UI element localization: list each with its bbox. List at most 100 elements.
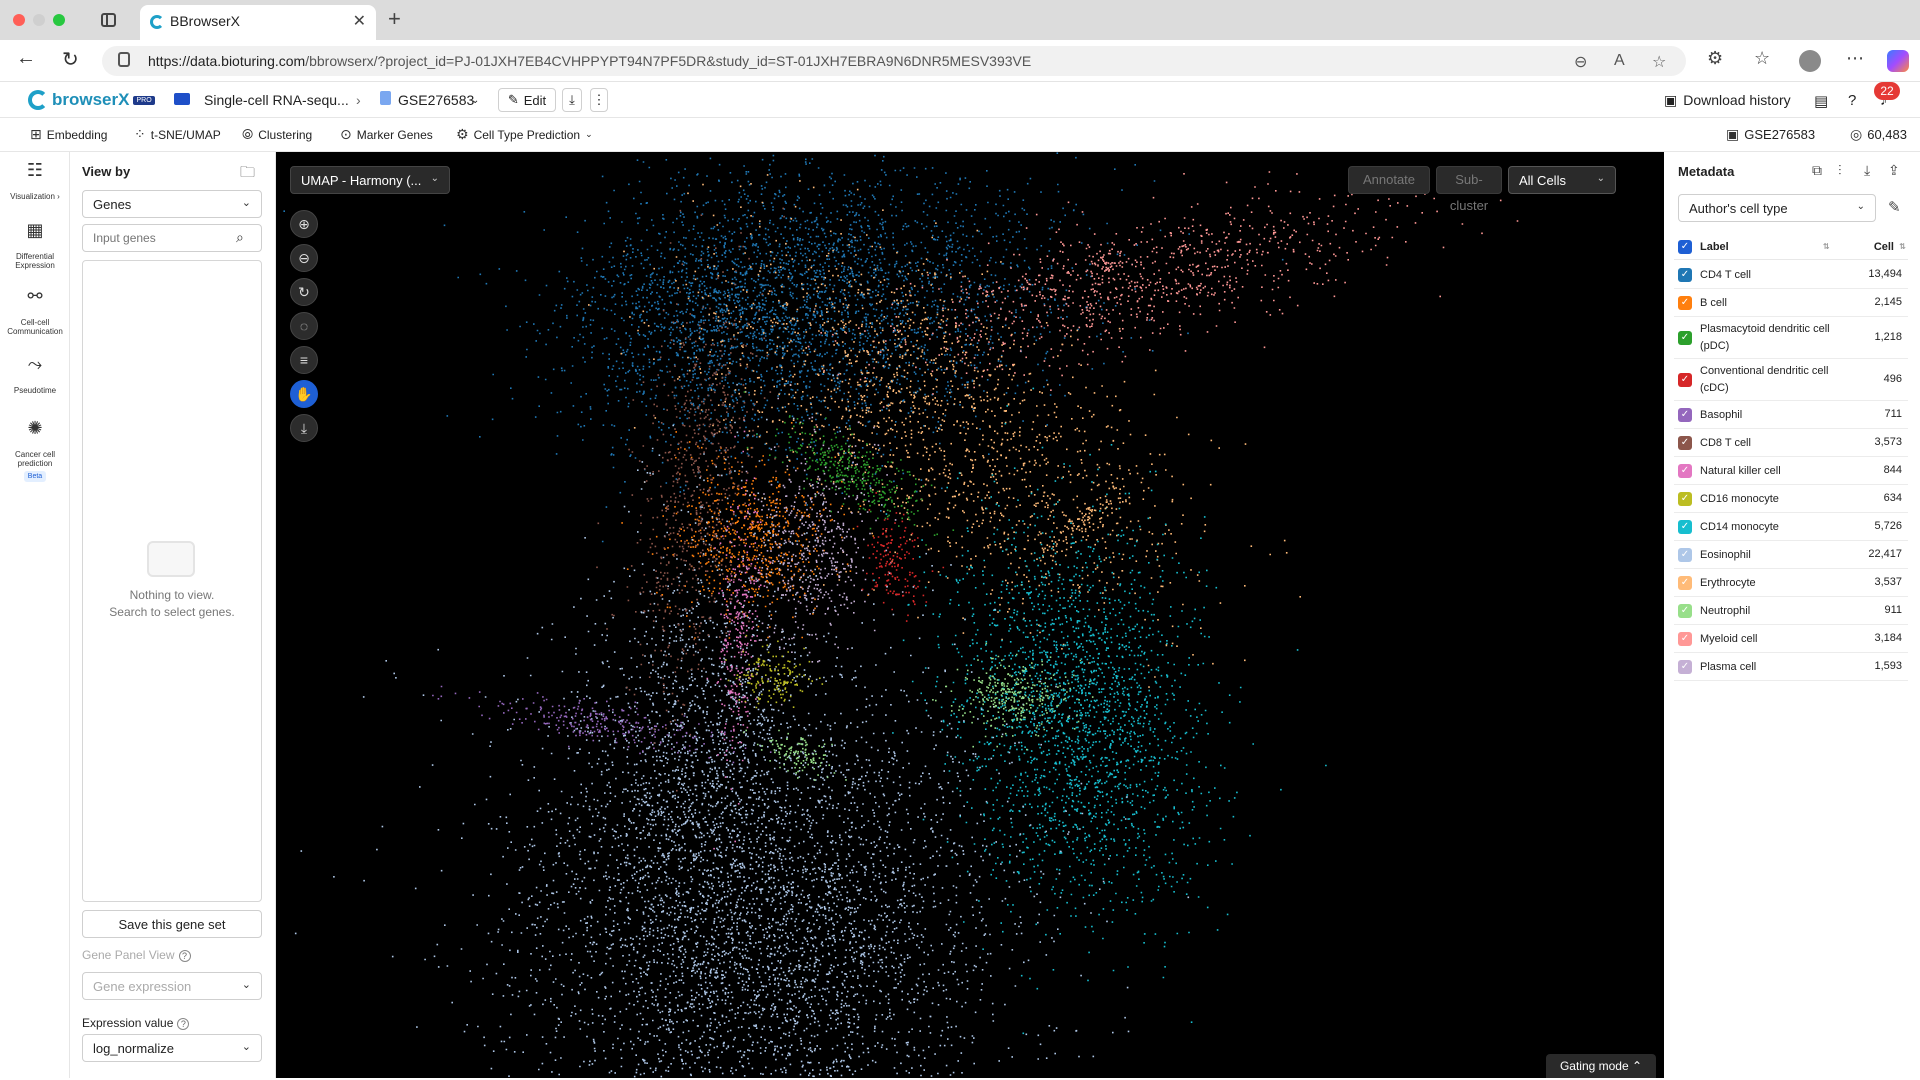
toolbar-embedding[interactable]: ⊞ Embedding bbox=[30, 126, 107, 143]
reload-icon[interactable]: ↻ bbox=[62, 47, 79, 72]
metadata-row[interactable]: ✓ Eosinophil 22,417 bbox=[1674, 541, 1908, 569]
row-checkbox[interactable]: ✓ bbox=[1678, 331, 1692, 345]
help-icon[interactable]: ? bbox=[1848, 92, 1856, 109]
embedding-select[interactable]: UMAP - Harmony (... ⌄ bbox=[290, 166, 450, 194]
lasso-button[interactable]: ◌ bbox=[290, 312, 318, 340]
metadata-group-select[interactable]: Author's cell type ⌄ bbox=[1678, 194, 1876, 222]
metadata-row[interactable]: ✓ Natural killer cell 844 bbox=[1674, 457, 1908, 485]
favorites-icon[interactable]: ☆ bbox=[1754, 48, 1770, 69]
row-checkbox[interactable]: ✓ bbox=[1678, 520, 1692, 534]
sliders-icon[interactable]: ⫶ bbox=[1838, 162, 1842, 179]
row-checkbox[interactable]: ✓ bbox=[1678, 373, 1692, 387]
breadcrumb-project[interactable]: Single-cell RNA-sequ... bbox=[204, 92, 349, 108]
share-icon[interactable]: ⇪ bbox=[1888, 162, 1900, 179]
download-icon[interactable]: ⤓ bbox=[1864, 162, 1870, 179]
more-options-icon[interactable]: ⋯ bbox=[1846, 48, 1864, 69]
copilot-icon[interactable] bbox=[1887, 50, 1909, 72]
metadata-row[interactable]: ✓ B cell 2,145 bbox=[1674, 289, 1908, 317]
umap-scatter-plot[interactable] bbox=[276, 152, 1664, 1078]
toolbar-tsne-umap[interactable]: ⁘ t-SNE/UMAP bbox=[134, 126, 221, 143]
sort-cell-icon[interactable]: ⇅ bbox=[1899, 242, 1906, 251]
metadata-row[interactable]: ✓ CD8 T cell 3,573 bbox=[1674, 429, 1908, 457]
close-window-button[interactable] bbox=[13, 14, 25, 26]
cell-column-header[interactable]: Cell bbox=[1874, 241, 1894, 253]
gene-search-input[interactable] bbox=[82, 224, 262, 252]
download-plot-button[interactable]: ⤓ bbox=[290, 414, 318, 442]
url-field[interactable]: https://data.bioturing.com/bbrowserx/?pr… bbox=[102, 46, 1686, 76]
more-actions-button[interactable]: ⋮ bbox=[590, 88, 608, 112]
cells-filter-select[interactable]: All Cells ⌄ bbox=[1508, 166, 1616, 194]
copy-icon[interactable]: ⧉ bbox=[1812, 162, 1822, 179]
metadata-row[interactable]: ✓ Basophil 711 bbox=[1674, 401, 1908, 429]
zoom-out-button[interactable]: ⊖ bbox=[290, 244, 318, 272]
metadata-row[interactable]: ✓ CD4 T cell 13,494 bbox=[1674, 261, 1908, 289]
pan-hand-button[interactable]: ✋ bbox=[290, 380, 318, 408]
umap-canvas[interactable]: UMAP - Harmony (... ⌄ ⊕ ⊖ ↻ ◌ ≡ ✋ ⤓ Anno… bbox=[276, 152, 1664, 1078]
breadcrumb-study[interactable]: GSE276583 bbox=[398, 92, 474, 108]
maximize-window-button[interactable] bbox=[53, 14, 65, 26]
annotate-button[interactable]: Annotate bbox=[1348, 166, 1430, 194]
zoom-icon[interactable]: ⊖ bbox=[1574, 52, 1587, 72]
download-history-button[interactable]: ▣ Download history bbox=[1664, 92, 1791, 109]
toolbar-cell-type-prediction[interactable]: ⚙ Cell Type Prediction ⌄ bbox=[456, 126, 593, 143]
sub-cluster-button[interactable]: Sub-cluster bbox=[1436, 166, 1502, 213]
row-checkbox[interactable]: ✓ bbox=[1678, 660, 1692, 674]
metadata-row[interactable]: ✓ Myeloid cell 3,184 bbox=[1674, 625, 1908, 653]
document-icon[interactable]: ▤ bbox=[1814, 92, 1828, 110]
rail-item-cell-cell-communication[interactable]: ⚯ Cell-cell Communication bbox=[0, 287, 70, 336]
study-chevron-down-icon[interactable]: ⌄ bbox=[471, 95, 479, 106]
zoom-in-button[interactable]: ⊕ bbox=[290, 210, 318, 238]
metadata-row[interactable]: ✓ Plasmacytoid dendritic cell (pDC) 1,218 bbox=[1674, 317, 1908, 359]
metadata-row[interactable]: ✓ Neutrophil 911 bbox=[1674, 597, 1908, 625]
app-logo[interactable]: browserX PRO bbox=[28, 88, 155, 112]
download-study-button[interactable]: ⤓ bbox=[562, 88, 582, 112]
search-icon[interactable]: ⌕ bbox=[236, 229, 244, 246]
sort-label-icon[interactable]: ⇅ bbox=[1823, 242, 1830, 251]
reset-view-button[interactable]: ↻ bbox=[290, 278, 318, 306]
row-checkbox[interactable]: ✓ bbox=[1678, 604, 1692, 618]
select-all-checkbox[interactable]: ✓ bbox=[1678, 240, 1692, 254]
minimize-window-button[interactable] bbox=[33, 14, 45, 26]
metadata-row[interactable]: ✓ Conventional dendritic cell (cDC) 496 bbox=[1674, 359, 1908, 401]
label-column-header[interactable]: Label bbox=[1700, 241, 1729, 253]
view-by-select[interactable]: Genes ⌄ bbox=[82, 190, 262, 218]
extensions-icon[interactable]: ⚙ bbox=[1707, 48, 1723, 69]
gating-mode-button[interactable]: Gating mode ⌃ bbox=[1546, 1054, 1656, 1078]
help-icon[interactable]: ? bbox=[177, 1018, 190, 1030]
metadata-row[interactable]: ✓ CD16 monocyte 634 bbox=[1674, 485, 1908, 513]
folder-open-icon[interactable]: 🗀 bbox=[240, 162, 255, 187]
row-checkbox[interactable]: ✓ bbox=[1678, 408, 1692, 422]
row-checkbox[interactable]: ✓ bbox=[1678, 436, 1692, 450]
close-tab-icon[interactable]: ✕ bbox=[353, 11, 366, 31]
metadata-row[interactable]: ✓ CD14 monocyte 5,726 bbox=[1674, 513, 1908, 541]
toolbar-clustering[interactable]: ⦾ Clustering bbox=[242, 126, 312, 143]
row-checkbox[interactable]: ✓ bbox=[1678, 576, 1692, 590]
site-info-icon[interactable] bbox=[118, 52, 130, 67]
rail-item-cancer-cell-prediction[interactable]: ✺ Cancer cell prediction Beta bbox=[0, 419, 70, 482]
rail-item-pseudotime[interactable]: ⤳ Pseudotime bbox=[0, 355, 70, 395]
settings-sliders-button[interactable]: ≡ bbox=[290, 346, 318, 374]
metadata-row[interactable]: ✓ Erythrocyte 3,537 bbox=[1674, 569, 1908, 597]
browser-tab[interactable]: BBrowserX ✕ bbox=[140, 5, 376, 40]
row-checkbox[interactable]: ✓ bbox=[1678, 464, 1692, 478]
row-checkbox[interactable]: ✓ bbox=[1678, 296, 1692, 310]
rail-item-differential-expression[interactable]: ▦ Differential Expression bbox=[0, 221, 70, 270]
rail-item-visualization[interactable]: ☷ Visualization › bbox=[0, 161, 70, 201]
read-aloud-icon[interactable]: A bbox=[1614, 52, 1625, 70]
sidebar-toggle-icon[interactable] bbox=[101, 13, 116, 27]
edit-metadata-icon[interactable]: ✎ bbox=[1888, 198, 1901, 216]
row-checkbox[interactable]: ✓ bbox=[1678, 492, 1692, 506]
favorite-star-icon[interactable]: ☆ bbox=[1652, 52, 1666, 72]
toolbar-marker-genes[interactable]: ⊙ Marker Genes bbox=[340, 126, 433, 143]
save-gene-set-button[interactable]: Save this gene set bbox=[82, 910, 262, 938]
new-tab-icon[interactable]: + bbox=[388, 6, 401, 32]
row-checkbox[interactable]: ✓ bbox=[1678, 632, 1692, 646]
profile-avatar[interactable] bbox=[1799, 50, 1821, 72]
metadata-row[interactable]: ✓ Plasma cell 1,593 bbox=[1674, 653, 1908, 681]
expression-value-select[interactable]: log_normalize ⌄ bbox=[82, 1034, 262, 1062]
row-checkbox[interactable]: ✓ bbox=[1678, 268, 1692, 282]
back-icon[interactable]: ← bbox=[16, 47, 36, 70]
row-checkbox[interactable]: ✓ bbox=[1678, 548, 1692, 562]
edit-button[interactable]: ✎ Edit bbox=[498, 88, 556, 112]
gene-panel-view-select[interactable]: Gene expression ⌄ bbox=[82, 972, 262, 1000]
